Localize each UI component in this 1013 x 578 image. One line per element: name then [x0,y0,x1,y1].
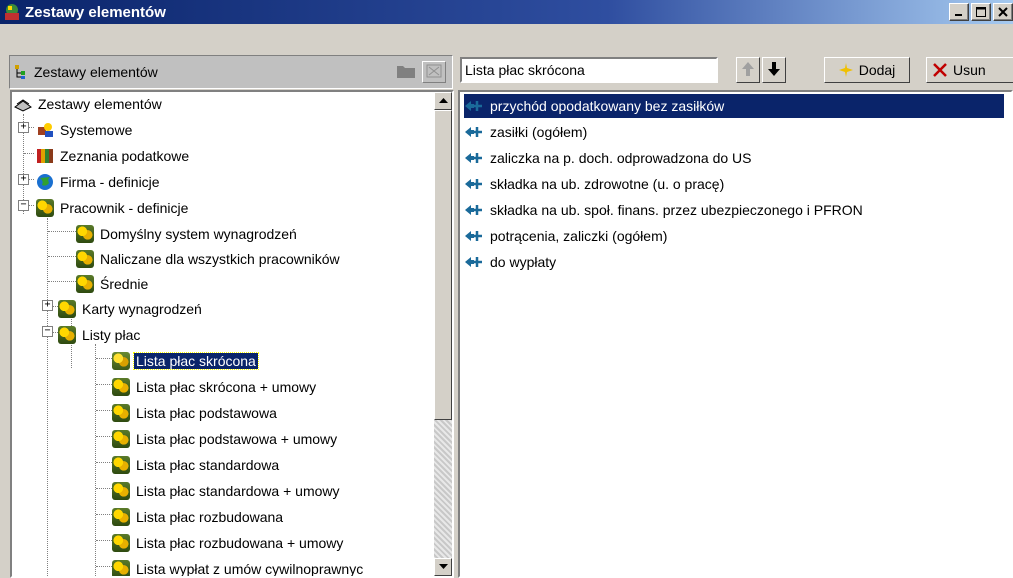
sets-header: Zestawy elementów [9,55,453,89]
scroll-up-button[interactable] [434,92,452,110]
people-icon [58,300,76,318]
window-title: Zestawy elementów [25,3,166,21]
tree-item-srednie[interactable]: Średnie [76,272,150,296]
people-icon [112,404,130,422]
list-item[interactable]: zasiłki (ogółem) [464,120,589,144]
sets-tree[interactable]: + + − + − Zestawy elementów Systemowe Ze… [10,90,454,578]
tree-item-lista-rozbudowana-umowy[interactable]: Lista płac rozbudowana + umowy [112,531,345,555]
close-button[interactable] [993,3,1013,21]
maximize-button[interactable] [971,3,991,21]
tree-item-karty[interactable]: Karty wynagrodzeń [58,297,204,321]
arrow-down-icon [767,61,781,80]
books-icon [36,147,54,165]
list-item[interactable]: przychód opodatkowany bez zasiłków [464,94,1004,118]
remove-x-icon [933,63,947,77]
people-icon [112,482,130,500]
people-icon [112,508,130,526]
people-icon [112,534,130,552]
tree-item-listy-plac[interactable]: Listy płac [58,323,142,347]
tree-item-lista-wyplat[interactable]: Lista wypłat z umów cywilnoprawnyc [112,557,365,576]
globe-icon [36,173,54,191]
delete-set-button[interactable] [422,61,446,83]
sets-header-title: Zestawy elementów [34,64,158,80]
move-up-button[interactable] [736,57,760,83]
folder-icon [396,63,416,82]
folder-button[interactable] [394,61,418,83]
remove-button-label: Usun [953,62,986,78]
elements-toolbar: Lista płac skrócona Dodaj Usun [458,55,1013,89]
people-icon [112,378,130,396]
tree-item-zeznania[interactable]: Zeznania podatkowe [36,144,191,168]
expand-systemowe-button[interactable]: + [18,122,29,133]
tree-item-lista-standardowa-umowy[interactable]: Lista płac standardowa + umowy [112,479,342,503]
tree-scrollbar[interactable] [434,92,452,576]
people-icon [76,225,94,243]
expand-karty-button[interactable]: + [42,300,53,311]
arrow-up-icon [741,61,755,80]
expand-firma-button[interactable]: + [18,174,29,185]
element-add-icon [464,202,482,218]
people-icon [36,199,54,217]
collapse-listy-button[interactable]: − [42,326,53,337]
tree-item-lista-skrocona[interactable]: Lista płac skrócona [112,349,259,373]
tree-item-lista-rozbudowana[interactable]: Lista płac rozbudowana [112,505,285,529]
tree-item-firma[interactable]: Firma - definicje [36,170,162,194]
people-icon [112,560,130,576]
system-icon [36,121,54,139]
people-icon [112,352,130,370]
element-add-icon [464,150,482,166]
remove-button[interactable]: Usun [926,57,1013,83]
tree-item-lista-podstawowa[interactable]: Lista płac podstawowa [112,401,279,425]
minimize-button[interactable] [949,3,969,21]
move-down-button[interactable] [762,57,786,83]
list-item[interactable]: potrącenia, zaliczki (ogółem) [464,224,669,248]
tree-item-pracownik[interactable]: Pracownik - definicje [36,196,190,220]
app-icon [3,3,21,21]
stack-icon [14,95,32,113]
tree-structure-icon [14,64,30,80]
window-controls [949,3,1013,21]
tree-item-lista-podstawowa-umowy[interactable]: Lista płac podstawowa + umowy [112,427,339,451]
sparkle-icon [838,63,853,77]
tree-item-lista-skrocona-umowy[interactable]: Lista płac skrócona + umowy [112,375,318,399]
people-icon [112,456,130,474]
tree-item-root[interactable]: Zestawy elementów [14,92,164,116]
people-icon [76,250,94,268]
add-button-label: Dodaj [858,62,896,78]
tree-item-naliczane[interactable]: Naliczane dla wszystkich pracowników [76,247,342,271]
collapse-pracownik-button[interactable]: − [18,200,29,211]
list-item[interactable]: zaliczka na p. doch. odprowadzona do US [464,146,754,170]
list-item[interactable]: do wypłaty [464,250,558,274]
people-icon [112,430,130,448]
title-bar[interactable]: Zestawy elementów [0,0,1013,24]
tree-item-lista-standardowa[interactable]: Lista płac standardowa [112,453,281,477]
scroll-thumb[interactable] [434,110,452,420]
list-name-field[interactable]: Lista płac skrócona [460,57,718,83]
element-add-icon [464,228,482,244]
delete-icon [425,63,443,82]
add-button[interactable]: Dodaj [824,57,910,83]
element-add-icon [464,124,482,140]
tree-item-systemowe[interactable]: Systemowe [36,118,134,142]
people-icon [58,326,76,344]
element-add-icon [464,176,482,192]
element-add-icon [464,254,482,270]
people-icon [76,275,94,293]
elements-list[interactable]: przychód opodatkowany bez zasiłków zasił… [458,90,1013,578]
list-item[interactable]: składka na ub. społ. finans. przez ubezp… [464,198,865,222]
list-item[interactable]: składka na ub. zdrowotne (u. o pracę) [464,172,726,196]
element-add-icon [464,98,482,114]
tree-item-domyslny[interactable]: Domyślny system wynagrodzeń [76,222,299,246]
scroll-down-button[interactable] [434,558,452,576]
